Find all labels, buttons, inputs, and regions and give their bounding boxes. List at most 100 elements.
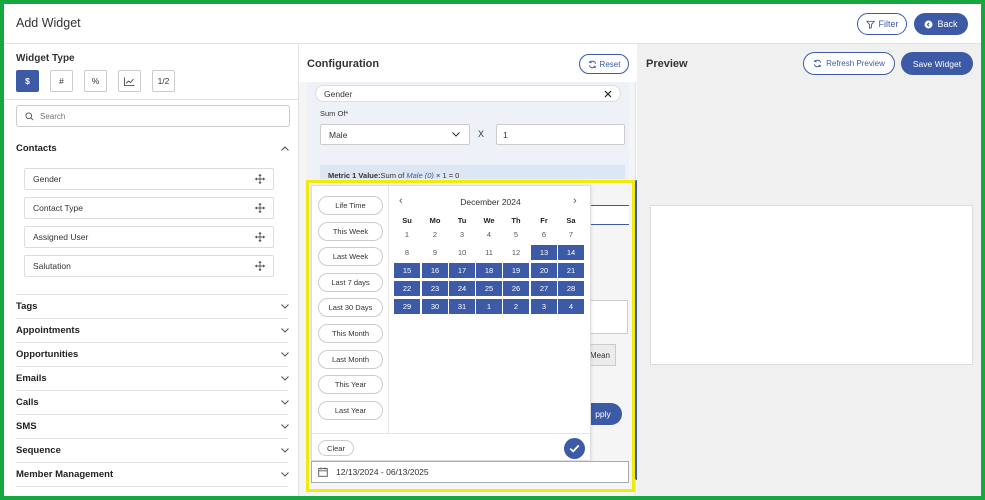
- calendar-day-selected[interactable]: 25: [476, 281, 502, 296]
- section-contacts[interactable]: Contacts: [16, 143, 290, 154]
- divider: [4, 99, 299, 100]
- calendar-day[interactable]: 9: [422, 245, 448, 260]
- chevron-down-icon: [281, 448, 289, 453]
- calendar-day-selected[interactable]: 22: [394, 281, 420, 296]
- calendar-day[interactable]: 3: [449, 227, 475, 242]
- calendar-day-selected[interactable]: 14: [558, 245, 584, 260]
- widget-type-currency-button[interactable]: $: [16, 70, 39, 92]
- calendar-day-selected[interactable]: 1: [476, 299, 502, 314]
- calendar-day[interactable]: 6: [531, 227, 557, 242]
- search-input[interactable]: [40, 111, 270, 121]
- sum-of-select[interactable]: Male: [320, 124, 470, 145]
- field-salutation[interactable]: Salutation: [24, 255, 274, 277]
- range-last-year[interactable]: Last Year: [318, 401, 383, 420]
- calendar-day[interactable]: 2: [422, 227, 448, 242]
- calendar-day-selected[interactable]: 17: [449, 263, 475, 278]
- field-selector-value: Gender: [324, 88, 353, 99]
- filter-button[interactable]: Filter: [857, 13, 907, 35]
- refresh-label: Refresh Preview: [826, 59, 885, 68]
- preview-title: Preview: [646, 58, 688, 70]
- section-label: Member Management: [16, 469, 114, 480]
- field-gender[interactable]: Gender: [24, 168, 274, 190]
- section-appointments[interactable]: Appointments: [16, 325, 290, 336]
- calendar-day[interactable]: 4: [476, 227, 502, 242]
- save-widget-button[interactable]: Save Widget: [901, 52, 973, 75]
- weekday-label: Tu: [457, 216, 467, 225]
- calendar-day-selected[interactable]: 15: [394, 263, 420, 278]
- section-opportunities[interactable]: Opportunities: [16, 349, 290, 360]
- section-calls[interactable]: Calls: [16, 397, 290, 408]
- widget-type-chart-button[interactable]: [118, 70, 141, 92]
- range-this-week[interactable]: This Week: [318, 222, 383, 241]
- back-button[interactable]: Back: [914, 13, 968, 35]
- calendar-day-selected[interactable]: 4: [558, 299, 584, 314]
- multiplier-input[interactable]: 1: [496, 124, 625, 145]
- widget-type-count-button[interactable]: #: [50, 70, 73, 92]
- widget-type-ratio-button[interactable]: 1/2: [152, 70, 175, 92]
- chevron-right-icon[interactable]: ›: [573, 195, 577, 207]
- calendar-day-selected[interactable]: 16: [422, 263, 448, 278]
- range-last-7-days[interactable]: Last 7 days: [318, 273, 383, 292]
- move-icon[interactable]: [255, 174, 265, 184]
- weekday-label: Fr: [540, 216, 548, 225]
- preset-ranges: Life Time This Week Last Week Last 7 day…: [312, 186, 389, 433]
- field-label: Gender: [33, 174, 62, 184]
- sum-of-label: Sum Of*: [320, 109, 349, 118]
- search-box[interactable]: [16, 105, 290, 127]
- move-icon[interactable]: [255, 261, 265, 271]
- calendar-day-selected[interactable]: 19: [503, 263, 529, 278]
- calendar-day[interactable]: 7: [558, 227, 584, 242]
- metric-label: Metric 1 Value:: [328, 171, 381, 179]
- chevron-down-icon: [281, 424, 289, 429]
- range-last-30-days[interactable]: Last 30 Days: [318, 298, 383, 317]
- calendar-day[interactable]: 10: [449, 245, 475, 260]
- calendar-day[interactable]: 12: [503, 245, 529, 260]
- date-range-input[interactable]: 12/13/2024 - 06/13/2025: [311, 461, 629, 483]
- calendar-day-selected[interactable]: 18: [476, 263, 502, 278]
- calendar-day-selected[interactable]: 26: [503, 281, 529, 296]
- close-icon[interactable]: [604, 90, 612, 98]
- widget-type-title: Widget Type: [16, 53, 75, 64]
- range-this-year[interactable]: This Year: [318, 375, 383, 394]
- calendar-day-selected[interactable]: 29: [394, 299, 420, 314]
- calendar-day[interactable]: 8: [394, 245, 420, 260]
- range-last-week[interactable]: Last Week: [318, 247, 383, 266]
- section-member-management[interactable]: Member Management: [16, 469, 290, 480]
- field-contact-type[interactable]: Contact Type: [24, 197, 274, 219]
- calendar-day-selected[interactable]: 2: [503, 299, 529, 314]
- calendar-day-selected[interactable]: 13: [531, 245, 557, 260]
- section-tags[interactable]: Tags: [16, 301, 290, 312]
- range-this-month[interactable]: This Month: [318, 324, 383, 343]
- divider: [16, 390, 288, 391]
- calendar-day[interactable]: 11: [476, 245, 502, 260]
- field-assigned-user[interactable]: Assigned User: [24, 226, 274, 248]
- widget-type-percent-button[interactable]: %: [84, 70, 107, 92]
- range-last-month[interactable]: Last Month: [318, 350, 383, 369]
- calendar-day-selected[interactable]: 28: [558, 281, 584, 296]
- range-life-time[interactable]: Life Time: [318, 196, 383, 215]
- chevron-down-icon: [281, 472, 289, 477]
- calendar-day[interactable]: 1: [394, 227, 420, 242]
- calendar-day-selected[interactable]: 31: [449, 299, 475, 314]
- clear-button[interactable]: Clear: [318, 440, 354, 456]
- calendar-day-selected[interactable]: 27: [531, 281, 557, 296]
- calendar-day[interactable]: 5: [503, 227, 529, 242]
- refresh-preview-button[interactable]: Refresh Preview: [803, 52, 895, 75]
- section-sms[interactable]: SMS: [16, 421, 290, 432]
- calendar-day-selected[interactable]: 20: [531, 263, 557, 278]
- reset-button[interactable]: Reset: [579, 54, 629, 74]
- move-icon[interactable]: [255, 232, 265, 242]
- calendar-day-selected[interactable]: 3: [531, 299, 557, 314]
- calendar-day-selected[interactable]: 23: [422, 281, 448, 296]
- calendar-day-selected[interactable]: 21: [558, 263, 584, 278]
- calendar-day-selected[interactable]: 24: [449, 281, 475, 296]
- weekday-label: We: [483, 216, 495, 225]
- calendar-day-selected[interactable]: 30: [422, 299, 448, 314]
- confirm-button[interactable]: [564, 438, 585, 459]
- section-emails[interactable]: Emails: [16, 373, 290, 384]
- preview-panel: Preview Refresh Preview Save Widget: [637, 44, 981, 496]
- field-selector[interactable]: Gender: [315, 85, 621, 102]
- section-sequence[interactable]: Sequence: [16, 445, 290, 456]
- chevron-down-icon: [281, 352, 289, 357]
- move-icon[interactable]: [255, 203, 265, 213]
